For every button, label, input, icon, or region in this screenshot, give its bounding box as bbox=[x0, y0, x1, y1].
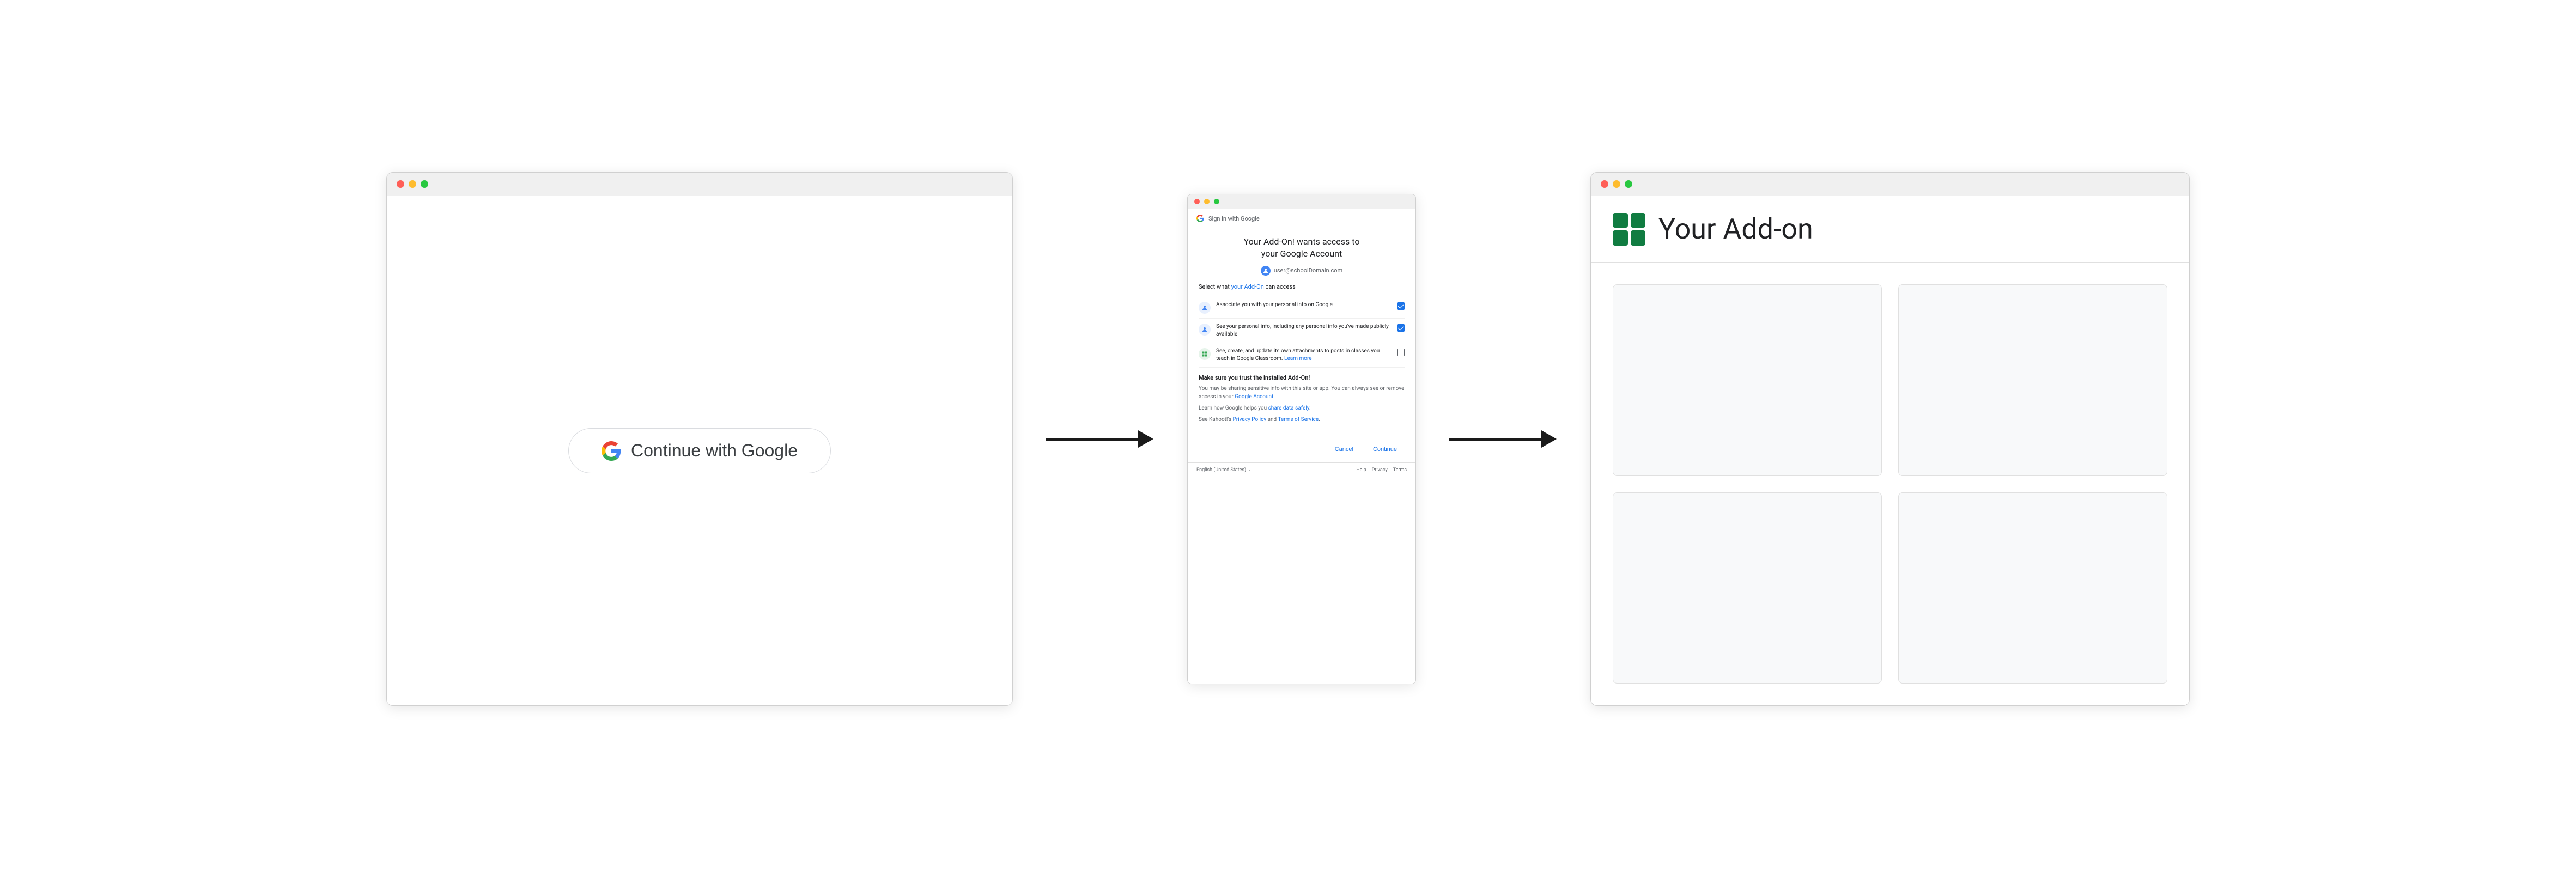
permission-item-3: See, create, and update its own attachme… bbox=[1199, 343, 1405, 368]
dot-green-1 bbox=[421, 180, 428, 188]
dot-red-3 bbox=[1601, 180, 1608, 188]
footer-help[interactable]: Help bbox=[1356, 467, 1366, 473]
addon-link[interactable]: your Add-On bbox=[1231, 283, 1264, 290]
trust-text-1: You may be sharing sensitive info with t… bbox=[1199, 385, 1405, 401]
dialog-body: Your Add-On! wants access to your Google… bbox=[1188, 227, 1415, 436]
footer-privacy[interactable]: Privacy bbox=[1372, 467, 1388, 473]
arrow-1 bbox=[1046, 430, 1155, 448]
dropdown-icon bbox=[1248, 468, 1252, 472]
permission-checkbox-2[interactable] bbox=[1397, 324, 1405, 332]
browser-content-2: Sign in with Google Your Add-On! wants a… bbox=[1188, 209, 1415, 684]
google-account-link[interactable]: Google Account bbox=[1235, 394, 1273, 400]
dialog-header-text: Sign in with Google bbox=[1208, 215, 1260, 222]
trust-title: Make sure you trust the installed Add-On… bbox=[1199, 374, 1405, 381]
learn-more-link[interactable]: Learn more bbox=[1284, 356, 1312, 362]
dot-red-1 bbox=[397, 180, 404, 188]
email-avatar bbox=[1261, 266, 1271, 276]
arrow-head-2 bbox=[1541, 430, 1557, 448]
addon-card-2 bbox=[1898, 284, 2167, 476]
google-signin-dialog: Sign in with Google Your Add-On! wants a… bbox=[1188, 209, 1415, 477]
titlebar-3 bbox=[1591, 173, 2189, 196]
dialog-footer: English (United States) Help Privacy Ter… bbox=[1188, 462, 1415, 477]
browser-window-2: Sign in with Google Your Add-On! wants a… bbox=[1187, 194, 1416, 684]
dialog-title: Your Add-On! wants access to your Google… bbox=[1199, 236, 1405, 260]
dot-yellow-3 bbox=[1613, 180, 1620, 188]
email-text: user@schoolDomain.com bbox=[1274, 267, 1342, 274]
permission-text-1: Associate you with your personal info on… bbox=[1216, 301, 1392, 309]
browser-window-3: Your Add-on bbox=[1590, 172, 2190, 706]
titlebar-1 bbox=[387, 173, 1012, 196]
trust-section: Make sure you trust the installed Add-On… bbox=[1199, 374, 1405, 424]
arrow-shape-2 bbox=[1449, 430, 1558, 448]
addon-card-3 bbox=[1613, 492, 1882, 684]
classroom-icon bbox=[1199, 348, 1211, 360]
addon-title: Your Add-on bbox=[1658, 212, 1813, 246]
dot-yellow-1 bbox=[409, 180, 416, 188]
permission-text-2: See your personal info, including any pe… bbox=[1216, 323, 1392, 338]
cancel-button[interactable]: Cancel bbox=[1327, 443, 1361, 456]
arrow-head-1 bbox=[1138, 430, 1153, 448]
continue-button[interactable]: Continue bbox=[1365, 443, 1405, 456]
person-public-icon bbox=[1199, 324, 1211, 336]
logo-square-3 bbox=[1613, 230, 1628, 246]
addon-body bbox=[1591, 263, 2189, 705]
person-icon bbox=[1262, 267, 1269, 274]
dot-red-2 bbox=[1194, 199, 1200, 204]
dot-green-2 bbox=[1214, 199, 1219, 204]
addon-header: Your Add-on bbox=[1591, 196, 2189, 263]
arrow-2 bbox=[1449, 430, 1558, 448]
dot-green-3 bbox=[1625, 180, 1632, 188]
arrow-shape-1 bbox=[1046, 430, 1155, 448]
permission-checkbox-1[interactable] bbox=[1397, 302, 1405, 310]
share-data-safely-link[interactable]: share data safely bbox=[1268, 405, 1309, 411]
addon-logo bbox=[1613, 213, 1645, 246]
addon-card-4 bbox=[1898, 492, 2167, 684]
dialog-email: user@schoolDomain.com bbox=[1199, 266, 1405, 276]
dialog-select-text: Select what your Add-On can access bbox=[1199, 283, 1405, 290]
browser-content-3: Your Add-on bbox=[1591, 196, 2189, 705]
permission-text-3: See, create, and update its own attachme… bbox=[1216, 347, 1392, 363]
browser-content-1: Continue with Google bbox=[387, 196, 1012, 705]
footer-language: English (United States) bbox=[1196, 467, 1252, 473]
permission-item-2: See your personal info, including any pe… bbox=[1199, 319, 1405, 343]
permission-checkbox-3[interactable] bbox=[1397, 349, 1405, 356]
logo-square-2 bbox=[1631, 213, 1646, 228]
trust-text-2: Learn how Google helps you share data sa… bbox=[1199, 404, 1405, 412]
footer-terms[interactable]: Terms bbox=[1393, 467, 1407, 473]
permission-item-1: Associate you with your personal info on… bbox=[1199, 297, 1405, 319]
continue-with-google-label: Continue with Google bbox=[631, 441, 798, 461]
person-info-icon bbox=[1199, 302, 1211, 314]
browser-window-1: Continue with Google bbox=[386, 172, 1013, 706]
google-small-icon bbox=[1196, 215, 1204, 222]
footer-links: Help Privacy Terms bbox=[1356, 467, 1407, 473]
addon-content: Your Add-on bbox=[1591, 196, 2189, 705]
terms-of-service-link[interactable]: Terms of Service bbox=[1278, 417, 1319, 423]
google-g-icon bbox=[602, 441, 621, 461]
dot-yellow-2 bbox=[1204, 199, 1210, 204]
continue-with-google-button[interactable]: Continue with Google bbox=[568, 428, 831, 473]
logo-square-4 bbox=[1631, 230, 1646, 246]
arrow-line-2 bbox=[1449, 438, 1541, 441]
arrow-line-1 bbox=[1046, 438, 1138, 441]
privacy-policy-link[interactable]: Privacy Policy bbox=[1233, 417, 1267, 423]
titlebar-2 bbox=[1188, 194, 1415, 209]
addon-card-1 bbox=[1613, 284, 1882, 476]
dialog-header: Sign in with Google bbox=[1188, 209, 1415, 227]
logo-square-1 bbox=[1613, 213, 1628, 228]
dialog-actions: Cancel Continue bbox=[1188, 436, 1415, 462]
trust-text-3: See Kahoot!'s Privacy Policy and Terms o… bbox=[1199, 416, 1405, 424]
flow-container: Continue with Google bbox=[0, 0, 2576, 878]
